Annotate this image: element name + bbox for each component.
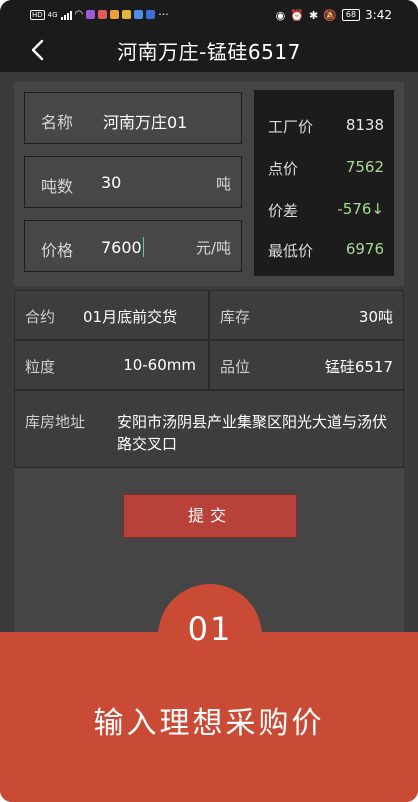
name-value: 河南万庄01	[103, 113, 188, 132]
address-value: 安阳市汤阴县产业集聚区阳光大道与汤伏路交叉口	[117, 413, 388, 453]
info-row-granularity: 粒度 10-60mm 品位 锰硅6517	[14, 340, 404, 390]
spot-price-label: 点价	[268, 160, 299, 178]
bluetooth-icon: ✱	[308, 8, 319, 22]
hd-label: HD	[30, 9, 45, 20]
warehouse-address: 库房地址 安阳市汤阴县产业集聚区阳光大道与汤伏路交叉口	[14, 390, 404, 468]
app-notification-icon	[110, 10, 120, 19]
name-label: 名称	[41, 113, 74, 132]
eye-icon: ◉	[275, 8, 286, 22]
granularity-value: 10-60mm	[123, 356, 196, 374]
factory-price-row: 工厂价 8138	[268, 116, 384, 138]
price-spread-value: -576↓	[337, 200, 384, 218]
contract-cell: 合约 01月底前交货	[14, 290, 209, 340]
price-spread-row: 价差 -576↓	[268, 200, 384, 222]
name-field[interactable]: 名称 河南万庄01	[24, 92, 242, 144]
grade-label: 品位	[220, 358, 251, 376]
tonnage-unit: 吨	[215, 175, 231, 193]
spot-price-row: 点价 7562	[268, 158, 384, 180]
stock-cell: 库存 30吨	[209, 290, 404, 340]
app-notification-icon	[98, 10, 108, 19]
status-bar: HD 4G ◠ ··· ◉ ⏰ ✱ 🔕 68 3:42	[0, 0, 418, 30]
signal-icon	[60, 10, 72, 20]
phone-screen: HD 4G ◠ ··· ◉ ⏰ ✱ 🔕 68 3:42 河南万庄-锰硅6517 …	[0, 0, 418, 802]
contract-label: 合约	[25, 308, 56, 326]
network-label: 4G	[47, 10, 58, 19]
price-input[interactable]: 价格 7600 元/吨	[24, 220, 242, 272]
stock-label: 库存	[220, 308, 251, 326]
lowest-price-label: 最低价	[268, 242, 314, 260]
price-reference-panel: 工厂价 8138 点价 7562 价差 -576↓ 最低价 6976	[254, 90, 394, 276]
price-unit: 元/吨	[195, 239, 231, 257]
address-label: 库房地址	[25, 413, 86, 431]
tonnage-value: 30	[101, 173, 122, 192]
factory-price-label: 工厂价	[268, 118, 314, 136]
tonnage-label: 吨数	[41, 177, 74, 196]
stock-value: 30吨	[358, 308, 393, 326]
alarm-icon: ⏰	[290, 8, 304, 22]
status-left: HD 4G ◠ ···	[30, 8, 169, 21]
wifi-icon: ◠	[74, 9, 84, 20]
clock: 3:42	[365, 8, 392, 22]
more-notifications-icon: ···	[158, 8, 169, 21]
app-notification-icon	[146, 10, 156, 19]
grade-value: 锰硅6517	[324, 358, 393, 376]
battery-icon: 68	[341, 9, 361, 21]
mute-icon: 🔕	[323, 8, 337, 22]
price-spread-label: 价差	[268, 202, 299, 220]
lowest-price-row: 最低价 6976	[268, 240, 384, 262]
status-right: ◉ ⏰ ✱ 🔕 68 3:42	[276, 8, 392, 22]
granularity-cell: 粒度 10-60mm	[14, 340, 209, 390]
granularity-label: 粒度	[25, 358, 56, 376]
price-value: 7600	[101, 238, 142, 257]
text-cursor	[142, 237, 144, 257]
app-notification-icon	[134, 10, 144, 19]
step-badge: 01	[158, 584, 262, 688]
spot-price-value: 7562	[345, 158, 384, 176]
nav-bar: 河南万庄-锰硅6517	[0, 30, 418, 72]
price-label: 价格	[41, 241, 74, 260]
app-notification-icon	[122, 10, 132, 19]
contract-value: 01月底前交货	[83, 308, 178, 326]
app-notification-icon	[86, 10, 96, 19]
page-title: 河南万庄-锰硅6517	[117, 40, 301, 64]
lowest-price-value: 6976	[345, 240, 384, 258]
order-form: 名称 河南万庄01 吨数 30 吨 价格 7600 元/吨 工厂价 8138 点…	[14, 82, 404, 286]
factory-price-value: 8138	[345, 116, 384, 134]
submit-button[interactable]: 提交	[123, 494, 297, 538]
banner-caption: 输入理想采购价	[93, 706, 325, 741]
step-number: 01	[187, 610, 233, 648]
tonnage-field[interactable]: 吨数 30 吨	[24, 156, 242, 208]
info-row-contract: 合约 01月底前交货 库存 30吨	[14, 290, 404, 340]
grade-cell: 品位 锰硅6517	[209, 340, 404, 390]
